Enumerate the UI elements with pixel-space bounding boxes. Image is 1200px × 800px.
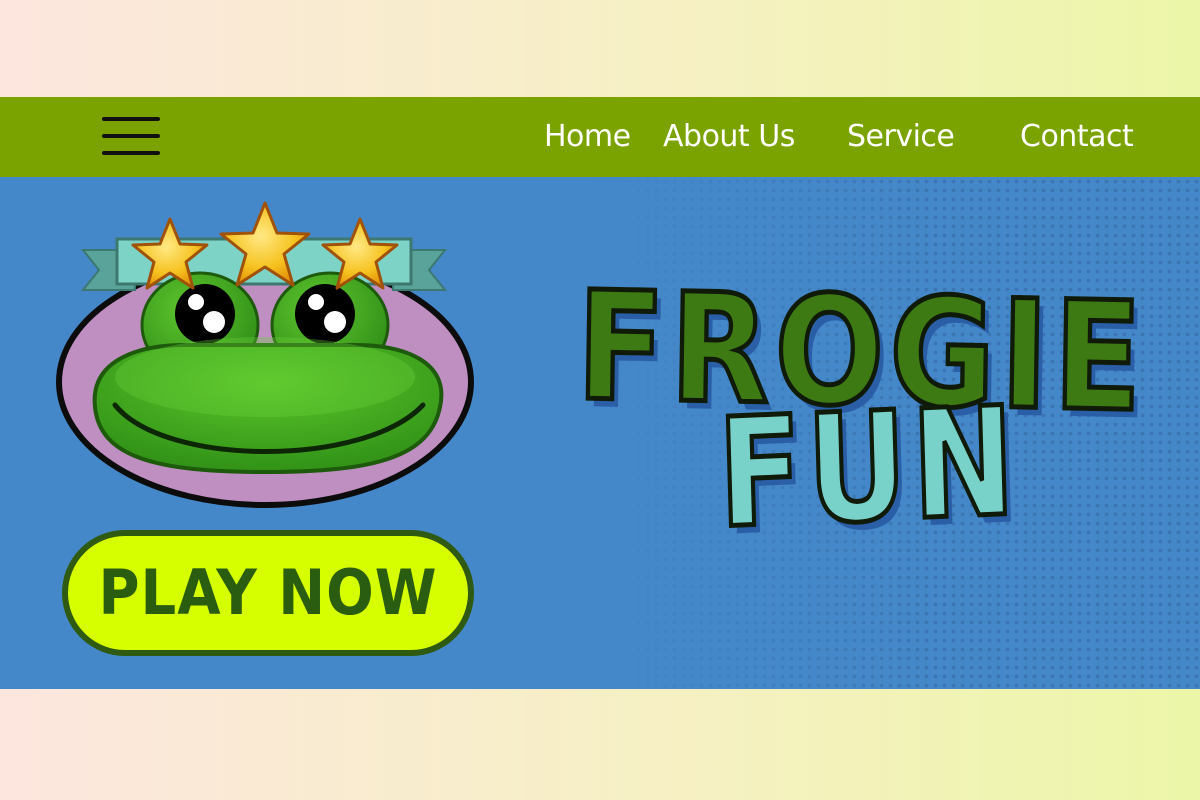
nav-service-link[interactable]: Service bbox=[847, 119, 955, 155]
hero-section: PLAY NOW FROGIE FUN bbox=[0, 177, 1200, 689]
nav-home-link[interactable]: Home bbox=[544, 119, 631, 155]
frog-face-icon bbox=[56, 201, 474, 508]
landing-banner: Home About Us Service Contact PLAY NOW F… bbox=[0, 97, 1200, 689]
hamburger-menu-icon[interactable] bbox=[102, 115, 160, 157]
play-now-label: PLAY NOW bbox=[98, 556, 438, 630]
nav-contact-link[interactable]: Contact bbox=[1020, 119, 1134, 155]
frog-face bbox=[92, 337, 444, 475]
play-now-button[interactable]: PLAY NOW bbox=[62, 530, 474, 656]
top-navbar: Home About Us Service Contact bbox=[0, 97, 1200, 177]
nav-about-us-link[interactable]: About Us bbox=[663, 119, 795, 155]
game-title-line2: FUN bbox=[714, 373, 1025, 564]
